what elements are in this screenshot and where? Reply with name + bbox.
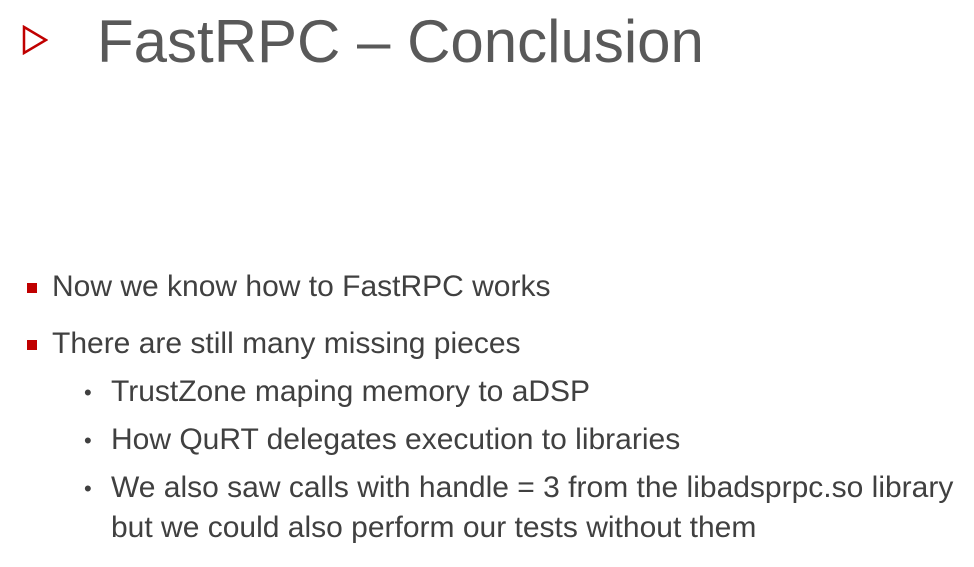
sub-bullet-item: • How QuRT delegates execution to librar… <box>0 420 974 468</box>
bullet-item: There are still many missing pieces <box>0 324 974 372</box>
bullet-text: There are still many missing pieces <box>52 327 521 360</box>
sub-bullet-text: TrustZone maping memory to aDSP <box>111 375 591 408</box>
triangle-right-outline-icon <box>22 25 48 55</box>
sub-bullet-item: • TrustZone maping memory to aDSP <box>0 372 974 420</box>
dot-bullet-icon: • <box>84 428 92 453</box>
sub-bullet-text: How QuRT delegates execution to librarie… <box>111 423 681 456</box>
square-bullet-icon <box>27 283 37 293</box>
sub-bullet-item: • We also saw calls with handle = 3 from… <box>0 468 974 558</box>
slide: FastRPC – Conclusion Now we know how to … <box>0 0 974 567</box>
square-bullet-icon <box>27 340 37 350</box>
slide-title: FastRPC – Conclusion <box>97 8 704 75</box>
dot-bullet-icon: • <box>84 476 92 501</box>
sub-bullet-text: We also saw calls with handle = 3 from t… <box>111 471 954 544</box>
bullet-text: Now we know how to FastRPC works <box>52 270 551 303</box>
bullet-item: Now we know how to FastRPC works <box>0 267 974 324</box>
dot-bullet-icon: • <box>84 380 92 405</box>
bullet-list: Now we know how to FastRPC works There a… <box>0 267 974 558</box>
